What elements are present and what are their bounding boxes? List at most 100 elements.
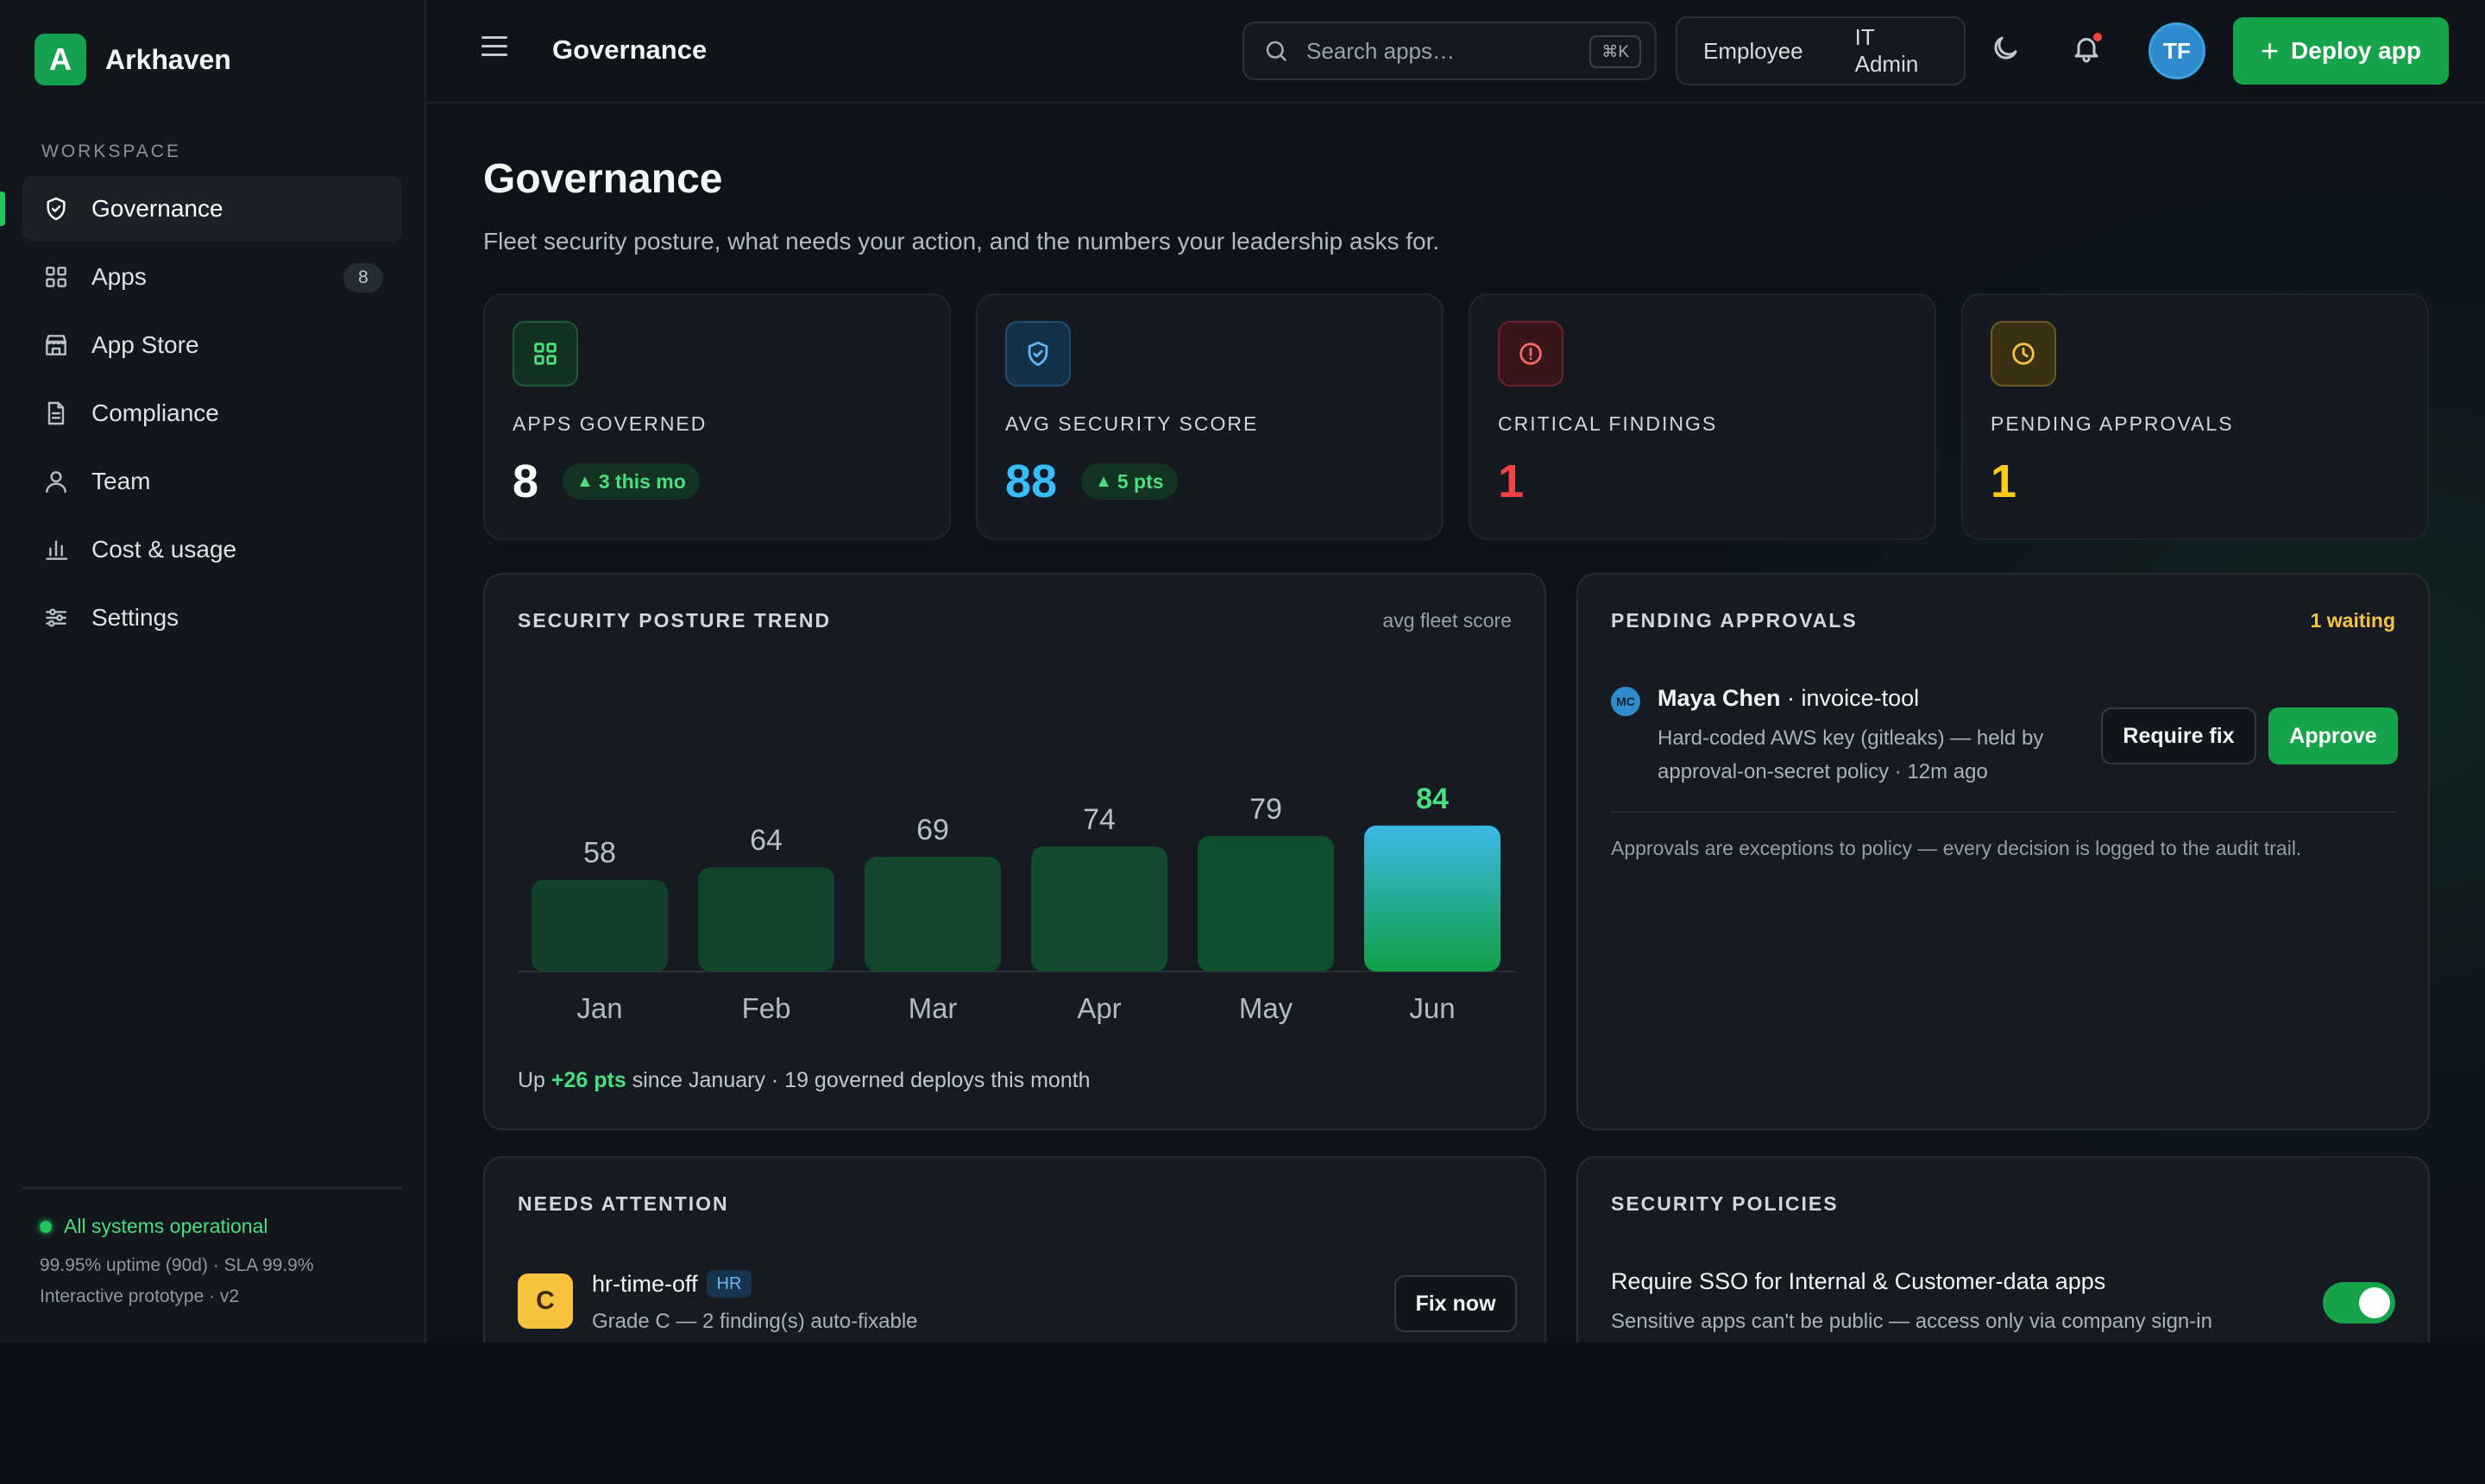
page-title: Governance [483, 156, 723, 202]
requester-name: Maya Chen [1658, 685, 1781, 711]
stat-card-apps-governed[interactable]: APPS GOVERNED 8 ▲ 3 this mo [483, 293, 951, 540]
user-icon [41, 467, 71, 496]
stat-delta-text: 3 this mo [598, 469, 686, 493]
bar-value-label: 84 [1416, 783, 1449, 815]
bar-feb[interactable] [698, 867, 834, 972]
deploy-app-button[interactable]: + Deploy app [2233, 17, 2449, 85]
plus-icon: + [2261, 33, 2280, 68]
theme-toggle-button[interactable] [1990, 33, 2024, 67]
needs-attention-panel: NEEDS ATTENTION C hr-time-off HR Grade C… [483, 1156, 1546, 1343]
bar-value-label: 69 [916, 814, 949, 846]
status-dot [40, 1220, 52, 1233]
topbar: Governance ⌘K Employee IT Admin TF + Dep… [426, 0, 2485, 104]
sidebar-item-label: Team [91, 468, 151, 494]
trend-summary: Up +26 pts since January · 19 governed d… [518, 1068, 1091, 1093]
sidebar-item-label: Governance [91, 195, 223, 222]
clock-icon [1991, 321, 2056, 387]
panel-title: SECURITY POLICIES [1611, 1192, 1839, 1215]
brand-name: Arkhaven [105, 43, 231, 75]
sso-policy-toggle[interactable] [2323, 1282, 2395, 1324]
shield-icon [41, 194, 71, 223]
search-box[interactable]: ⌘K [1242, 22, 1657, 80]
system-status: All systems operational [40, 1215, 385, 1238]
section-label-workspace: WORKSPACE [41, 141, 181, 161]
role-switch: Employee IT Admin [1676, 16, 1966, 85]
bar-value-label: 64 [750, 824, 783, 857]
x-tick-label: Mar [909, 992, 958, 1024]
search-shortcut: ⌘K [1589, 35, 1641, 68]
stat-value: 1 [1498, 456, 1525, 507]
sidebar-item-apps[interactable]: Apps 8 [22, 244, 402, 310]
moon-icon [1994, 36, 2017, 60]
sliders-icon [41, 603, 71, 632]
grid-icon [513, 321, 578, 387]
toggle-knob [2359, 1287, 2390, 1318]
sidebar-item-label: App Store [91, 331, 199, 358]
role-it-admin-button[interactable]: IT Admin [1829, 24, 1964, 78]
x-tick-label: Feb [742, 992, 791, 1024]
bar-mar[interactable] [865, 857, 1001, 972]
notification-dot [2093, 33, 2102, 41]
system-status-text: All systems operational [64, 1215, 268, 1237]
stat-label: PENDING APPROVALS [1991, 412, 2234, 435]
approval-avatar: MC [1611, 687, 1640, 716]
brand[interactable]: A Arkhaven [0, 0, 425, 119]
alert-circle-icon [1498, 321, 1563, 387]
role-employee-button[interactable]: Employee [1677, 38, 1829, 65]
stat-value: 8 [513, 456, 539, 507]
security-trend-chart: 58 Jan 64 Feb 69 Mar 74 Apr 79 May 84 Jun [518, 783, 1515, 1024]
panel-title: NEEDS ATTENTION [518, 1192, 729, 1215]
up-arrow-icon: ▲ [576, 471, 594, 491]
stat-card-critical-findings[interactable]: CRITICAL FINDINGS 1 [1469, 293, 1936, 540]
user-avatar[interactable]: TF [2148, 22, 2205, 79]
sidebar-item-app-store[interactable]: App Store [22, 312, 402, 378]
stat-label: AVG SECURITY SCORE [1005, 412, 1259, 435]
sidebar-item-compliance[interactable]: Compliance [22, 380, 402, 446]
shield-icon [1005, 321, 1071, 387]
bar-apr[interactable] [1031, 846, 1167, 972]
grade-badge: C [518, 1273, 573, 1329]
main-content: Governance ⌘K Employee IT Admin TF + Dep… [426, 0, 2485, 1343]
stat-label: CRITICAL FINDINGS [1498, 412, 1718, 435]
stat-delta-text: 5 pts [1117, 469, 1164, 493]
sidebar-item-team[interactable]: Team [22, 449, 402, 514]
brand-logo: A [35, 34, 86, 85]
stat-label: APPS GOVERNED [513, 412, 708, 435]
trend-summary-prefix: Up [518, 1068, 551, 1092]
bar-jan[interactable] [532, 879, 668, 972]
menu-icon[interactable] [481, 36, 507, 62]
bar-may[interactable] [1198, 835, 1334, 972]
stat-card-avg-security-score[interactable]: AVG SECURITY SCORE 88 ▲ 5 pts [976, 293, 1444, 540]
sidebar-footer: All systems operational 99.95% uptime (9… [22, 1187, 402, 1312]
stat-card-pending-approvals[interactable]: PENDING APPROVALS 1 [1961, 293, 2429, 540]
x-tick-label: May [1239, 992, 1293, 1024]
sidebar-item-label: Apps [91, 263, 147, 290]
require-fix-button[interactable]: Require fix [2101, 707, 2256, 764]
stat-value: 88 [1005, 456, 1058, 507]
attention-app-name: hr-time-off [592, 1270, 698, 1297]
security-policies-panel: SECURITY POLICIES Require SSO for Intern… [1576, 1156, 2430, 1343]
policy-description: Sensitive apps can't be public — access … [1611, 1310, 2212, 1333]
policy-name: Require SSO for Internal & Customer-data… [1611, 1268, 2106, 1294]
search-input[interactable] [1306, 37, 1582, 65]
apps-count-badge: 8 [343, 263, 383, 292]
x-tick-label: Jan [576, 992, 622, 1024]
approval-requester: Maya Chen · invoice-tool [1658, 685, 1919, 712]
bar-jun[interactable] [1364, 825, 1500, 972]
sidebar-item-label: Cost & usage [91, 536, 237, 563]
waiting-count: 1 waiting [2310, 609, 2395, 632]
search-icon [1266, 41, 1287, 62]
sidebar-item-settings[interactable]: Settings [22, 585, 402, 651]
sidebar-item-governance[interactable]: Governance [0, 176, 402, 242]
fix-now-button[interactable]: Fix now [1394, 1275, 1517, 1332]
department-tag: HR [706, 1270, 752, 1298]
sidebar-item-cost-usage[interactable]: Cost & usage [22, 517, 402, 582]
attention-app[interactable]: hr-time-off HR [592, 1270, 752, 1298]
notifications-button[interactable] [2071, 33, 2105, 67]
approve-button[interactable]: Approve [2268, 707, 2398, 764]
approval-app: · invoice-tool [1780, 685, 1920, 711]
approval-note: Approvals are exceptions to policy — eve… [1611, 837, 2302, 859]
stat-delta-badge: ▲ 3 this mo [563, 463, 700, 500]
approval-description: Hard-coded AWS key (gitleaks) — held by … [1658, 726, 2044, 783]
security-trend-panel: SECURITY POSTURE TREND avg fleet score 5… [483, 573, 1546, 1130]
